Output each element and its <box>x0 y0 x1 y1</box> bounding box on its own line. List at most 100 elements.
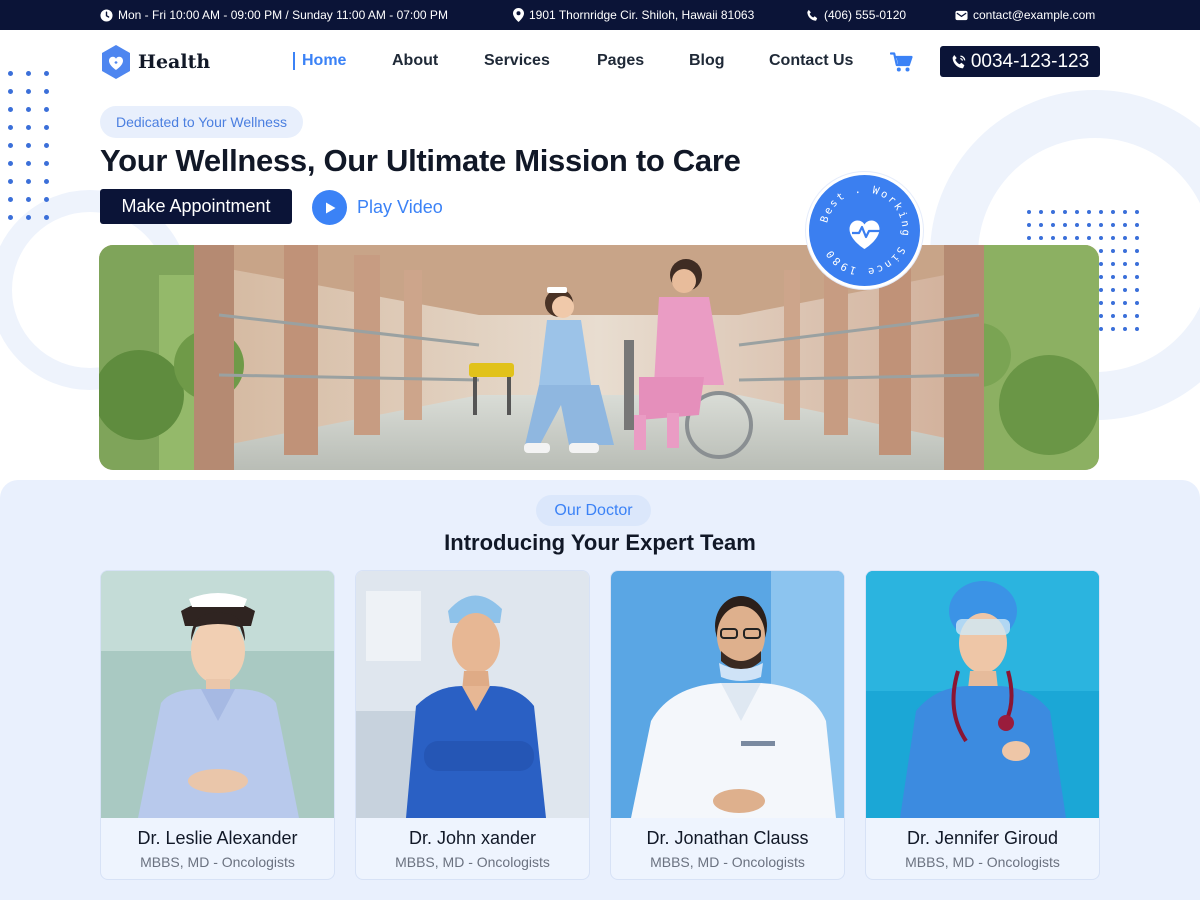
dot <box>1123 249 1127 253</box>
dot <box>1087 210 1091 214</box>
dot <box>1135 288 1139 292</box>
hero-tagline: Dedicated to Your Wellness <box>100 106 303 138</box>
dot <box>44 107 49 112</box>
dot <box>1039 236 1043 240</box>
doctor-name: Dr. John xander <box>408 828 537 848</box>
dot <box>1063 210 1067 214</box>
address-text: 1901 Thornridge Cir. Shiloh, Hawaii 8106… <box>529 8 755 22</box>
header-phone-number: 0034-123-123 <box>970 50 1090 72</box>
header-phone-button[interactable]: 0034-123-123 <box>940 46 1100 77</box>
dot <box>1111 327 1115 331</box>
doctor-photo <box>611 571 844 818</box>
doctor-role: MBBS, MD - Oncologists <box>905 854 1060 870</box>
location-pin-icon <box>513 8 524 22</box>
play-video-button[interactable]: Play Video <box>312 190 443 225</box>
dot <box>1111 210 1115 214</box>
dot <box>1123 301 1127 305</box>
dot <box>1123 314 1127 318</box>
heart-shield-icon <box>102 45 130 79</box>
doctor-name: Dr. Jennifer Giroud <box>906 828 1059 848</box>
doctor-card[interactable]: Dr. Jonathan Clauss MBBS, MD - Oncologis… <box>610 570 845 880</box>
dot <box>1063 236 1067 240</box>
dot <box>1087 223 1091 227</box>
doctors-section-title: Introducing Your Expert Team <box>444 530 756 555</box>
logo-text: Health <box>138 51 211 73</box>
dot <box>44 161 49 166</box>
dot <box>1123 236 1127 240</box>
dot <box>1123 275 1127 279</box>
dot <box>8 179 13 184</box>
nav-about[interactable]: About <box>392 52 438 70</box>
dot <box>1111 314 1115 318</box>
dot <box>1111 249 1115 253</box>
dot <box>1051 223 1055 227</box>
dot <box>1099 275 1103 279</box>
doctor-photo <box>356 571 589 818</box>
dot <box>1063 223 1067 227</box>
dot <box>1111 223 1115 227</box>
dot <box>1075 236 1079 240</box>
cart-icon <box>889 52 913 72</box>
dot <box>1135 249 1139 253</box>
dot <box>44 125 49 130</box>
doctor-role: MBBS, MD - Oncologists <box>650 854 805 870</box>
dot <box>1075 223 1079 227</box>
dot <box>1099 262 1103 266</box>
nav-blog[interactable]: Blog <box>689 52 725 70</box>
opening-hours: Mon - Fri 10:00 AM - 09:00 PM / Sunday 1… <box>100 0 448 30</box>
dot <box>44 143 49 148</box>
play-video-label: Play Video <box>357 197 443 217</box>
dot <box>8 197 13 202</box>
hero-title: Your Wellness, Our Ultimate Mission to C… <box>100 143 741 178</box>
make-appointment-button[interactable]: Make Appointment <box>100 189 292 224</box>
topbar-email-text: contact@example.com <box>973 8 1096 22</box>
dot <box>1039 223 1043 227</box>
mail-icon <box>955 10 968 21</box>
dot <box>1099 210 1103 214</box>
dot <box>1111 236 1115 240</box>
dot <box>1027 236 1031 240</box>
dot <box>1123 262 1127 266</box>
dot <box>1099 236 1103 240</box>
nav-contact-us[interactable]: Contact Us <box>769 52 853 70</box>
dot <box>26 179 31 184</box>
dot <box>26 125 31 130</box>
dot <box>26 71 31 76</box>
cart-button[interactable] <box>889 52 914 78</box>
dot <box>8 125 13 130</box>
topbar-phone[interactable]: (406) 555-0120 <box>806 0 906 30</box>
doctor-card[interactable]: Dr. Leslie Alexander MBBS, MD - Oncologi… <box>100 570 335 880</box>
doctor-card[interactable]: Dr. Jennifer Giroud MBBS, MD - Oncologis… <box>865 570 1100 880</box>
topbar-email[interactable]: contact@example.com <box>955 0 1095 30</box>
dot <box>8 107 13 112</box>
dot <box>26 143 31 148</box>
dot <box>1135 327 1139 331</box>
dot <box>1135 275 1139 279</box>
dot <box>44 71 49 76</box>
logo[interactable]: Health <box>100 44 210 80</box>
dot <box>1075 210 1079 214</box>
dot <box>1135 223 1139 227</box>
doctor-card[interactable]: Dr. John xander MBBS, MD - Oncologists <box>355 570 590 880</box>
dot <box>8 89 13 94</box>
phone-icon <box>807 9 818 21</box>
doctor-photo <box>101 571 334 818</box>
dot <box>1111 275 1115 279</box>
dot <box>1051 236 1055 240</box>
dot <box>1099 327 1103 331</box>
nav-home[interactable]: Home <box>293 52 346 70</box>
dot <box>26 89 31 94</box>
working-since-badge: Best . Working Since 1980 <box>806 172 923 289</box>
dot <box>44 197 49 202</box>
nav-services[interactable]: Services <box>484 52 550 70</box>
dot <box>44 89 49 94</box>
opening-hours-text: Mon - Fri 10:00 AM - 09:00 PM / Sunday 1… <box>118 8 448 22</box>
doctor-photo <box>866 571 1099 818</box>
dot <box>1051 210 1055 214</box>
dot <box>1039 210 1043 214</box>
doctor-name: Dr. Leslie Alexander <box>137 828 298 848</box>
dot <box>26 197 31 202</box>
dot <box>1027 210 1031 214</box>
doctor-name: Dr. Jonathan Clauss <box>646 828 809 848</box>
nav-pages[interactable]: Pages <box>597 52 644 70</box>
